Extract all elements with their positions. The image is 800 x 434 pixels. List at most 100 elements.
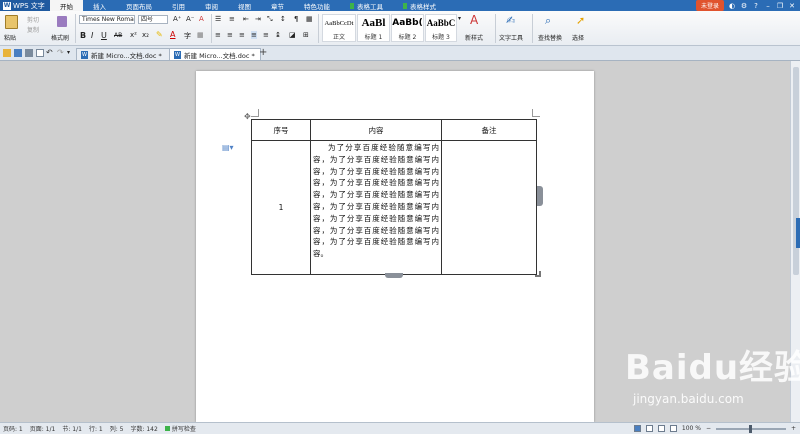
doc-tab-1[interactable]: W 新建 Micro...文档.doc * [76, 48, 170, 60]
page-view-icon[interactable] [633, 425, 641, 432]
table-move-handle-icon[interactable]: ✥ [244, 112, 251, 121]
justify-icon[interactable]: ≡ [251, 31, 257, 39]
style-heading-2[interactable]: AaBb( 标题 2 [391, 14, 424, 42]
skin-icon[interactable]: ◐ [728, 2, 736, 10]
add-column-handle[interactable] [537, 186, 543, 206]
char-shading-icon[interactable]: 字 [184, 31, 191, 41]
shading-icon[interactable]: ◪ [289, 31, 296, 39]
zoom-level[interactable]: 100 % [682, 425, 701, 432]
format-painter-button[interactable]: 格式刷 [51, 33, 69, 42]
new-style-icon[interactable]: A [470, 13, 478, 27]
select-button[interactable]: 选择 [572, 33, 584, 42]
shrink-font-icon[interactable]: A⁻ [186, 15, 194, 23]
style-heading-3[interactable]: AaBbC 标题 3 [425, 14, 457, 42]
copy-button[interactable]: 复制 [27, 25, 39, 34]
bullet-list-icon[interactable]: ☰ [215, 15, 221, 23]
open-folder-icon[interactable] [3, 49, 11, 57]
tab-review[interactable]: 审阅 [195, 0, 228, 11]
superscript-icon[interactable]: x² [130, 31, 137, 39]
settings-icon[interactable]: ⚙ [740, 2, 748, 10]
header-cell-number[interactable]: 序号 [251, 119, 311, 141]
subscript-icon[interactable]: x₂ [142, 31, 149, 39]
add-row-handle[interactable] [385, 273, 403, 278]
table-icon[interactable]: ▦ [306, 15, 313, 23]
zoom-in-icon[interactable]: + [791, 425, 796, 432]
restore-icon[interactable]: ❐ [776, 2, 784, 10]
italic-icon[interactable]: I [91, 31, 93, 40]
undo-icon[interactable]: ↶ [46, 48, 53, 57]
distribute-icon[interactable]: ≡ [263, 31, 269, 39]
outline-view-icon[interactable] [645, 425, 653, 432]
login-button[interactable]: 未登录 [695, 0, 724, 11]
print-icon[interactable] [25, 49, 33, 57]
highlight-icon[interactable]: ✎ [156, 30, 163, 39]
cell-content[interactable]: 为了分享百度经验随意编写内容，为了分享百度经验随意编写内容，为了分享百度经验随意… [310, 140, 442, 275]
line-spacing-icon[interactable]: ↨ [275, 31, 281, 39]
save-icon[interactable] [14, 49, 22, 57]
style-heading-1[interactable]: AaBl 标题 1 [357, 14, 390, 42]
tab-special-features[interactable]: 特色功能 [294, 0, 340, 11]
tab-home[interactable]: 开始 [50, 0, 83, 11]
spell-check-toggle[interactable]: 拼写检查 [164, 424, 196, 433]
tab-references[interactable]: 引用 [162, 0, 195, 11]
header-cell-note[interactable]: 备注 [441, 119, 537, 141]
tab-insert[interactable]: 插入 [83, 0, 116, 11]
tab-chapter[interactable]: 章节 [261, 0, 294, 11]
font-color-icon[interactable]: A [170, 30, 175, 39]
print-preview-icon[interactable] [36, 49, 44, 57]
chinese-layout-icon[interactable]: ⤡ [267, 15, 273, 24]
cell-number[interactable]: 1 [251, 140, 311, 275]
zoom-slider-knob[interactable] [749, 424, 753, 433]
cut-button[interactable]: 剪切 [27, 15, 39, 24]
outdent-icon[interactable]: ⇤ [243, 15, 249, 23]
header-cell-content[interactable]: 内容 [310, 119, 442, 141]
tab-table-tools[interactable]: 表格工具 [340, 0, 393, 11]
show-marks-icon[interactable]: ¶ [294, 15, 298, 23]
zoom-out-icon[interactable]: − [706, 425, 711, 432]
find-replace-button[interactable]: 查找替换 [538, 33, 562, 42]
text-tools-button[interactable]: 文字工具 [499, 33, 523, 42]
indent-icon[interactable]: ⇥ [255, 15, 261, 23]
table-resize-handle[interactable] [535, 271, 541, 277]
style-normal[interactable]: AaBbCcDt 正文 [322, 14, 356, 42]
char-border-icon[interactable]: ▦ [197, 31, 204, 39]
reading-view-icon[interactable] [669, 425, 677, 432]
redo-icon[interactable]: ↷ [57, 48, 64, 57]
tab-view[interactable]: 视图 [228, 0, 261, 11]
paragraph-layout-icon[interactable]: ▤▾ [222, 143, 234, 152]
tab-page-layout[interactable]: 页面布局 [116, 0, 162, 11]
text-tools-icon[interactable]: ✍ [506, 14, 515, 27]
font-name-select[interactable]: Times New Roma [79, 15, 135, 24]
font-size-select[interactable]: 四号 [138, 15, 168, 24]
sort-icon[interactable]: ↕ [280, 15, 286, 23]
clear-format-icon[interactable]: A [199, 15, 204, 23]
tab-table-style[interactable]: 表格样式 [393, 0, 446, 11]
align-right-icon[interactable]: ≡ [239, 31, 245, 39]
side-panel-toggle[interactable] [796, 218, 800, 248]
numbered-list-icon[interactable]: ≡ [229, 15, 235, 23]
select-cursor-icon[interactable]: ➚ [576, 14, 585, 27]
help-icon[interactable]: ? [752, 2, 760, 10]
underline-icon[interactable]: U [101, 31, 107, 40]
zoom-slider[interactable] [715, 424, 786, 433]
new-tab-icon[interactable]: + [259, 47, 267, 58]
status-page[interactable]: 页码: 1 [3, 424, 23, 433]
align-left-icon[interactable]: ≡ [215, 31, 221, 39]
paste-button[interactable]: 粘贴 [4, 33, 16, 42]
app-menu-button[interactable]: W WPS 文字 [0, 0, 50, 11]
find-replace-icon[interactable]: ⌕ [545, 14, 551, 28]
bold-icon[interactable]: B [80, 31, 86, 40]
grow-font-icon[interactable]: A⁺ [173, 15, 181, 23]
new-style-button[interactable]: 新样式 [465, 33, 483, 42]
cell-note[interactable] [441, 140, 537, 275]
minimize-icon[interactable]: – [764, 2, 772, 10]
style-gallery-scroll-icon[interactable]: ▾ [458, 15, 461, 22]
close-icon[interactable]: ✕ [788, 2, 796, 10]
paste-icon[interactable] [5, 15, 18, 29]
strikethrough-icon[interactable]: AB [114, 32, 122, 39]
toolbar-more-icon[interactable]: ▾ [67, 49, 70, 56]
align-center-icon[interactable]: ≡ [227, 31, 233, 39]
format-painter-icon[interactable] [57, 16, 67, 27]
border-icon[interactable]: ⊞ [303, 31, 309, 39]
doc-tab-2[interactable]: W 新建 Micro...文档.doc * [169, 48, 261, 60]
